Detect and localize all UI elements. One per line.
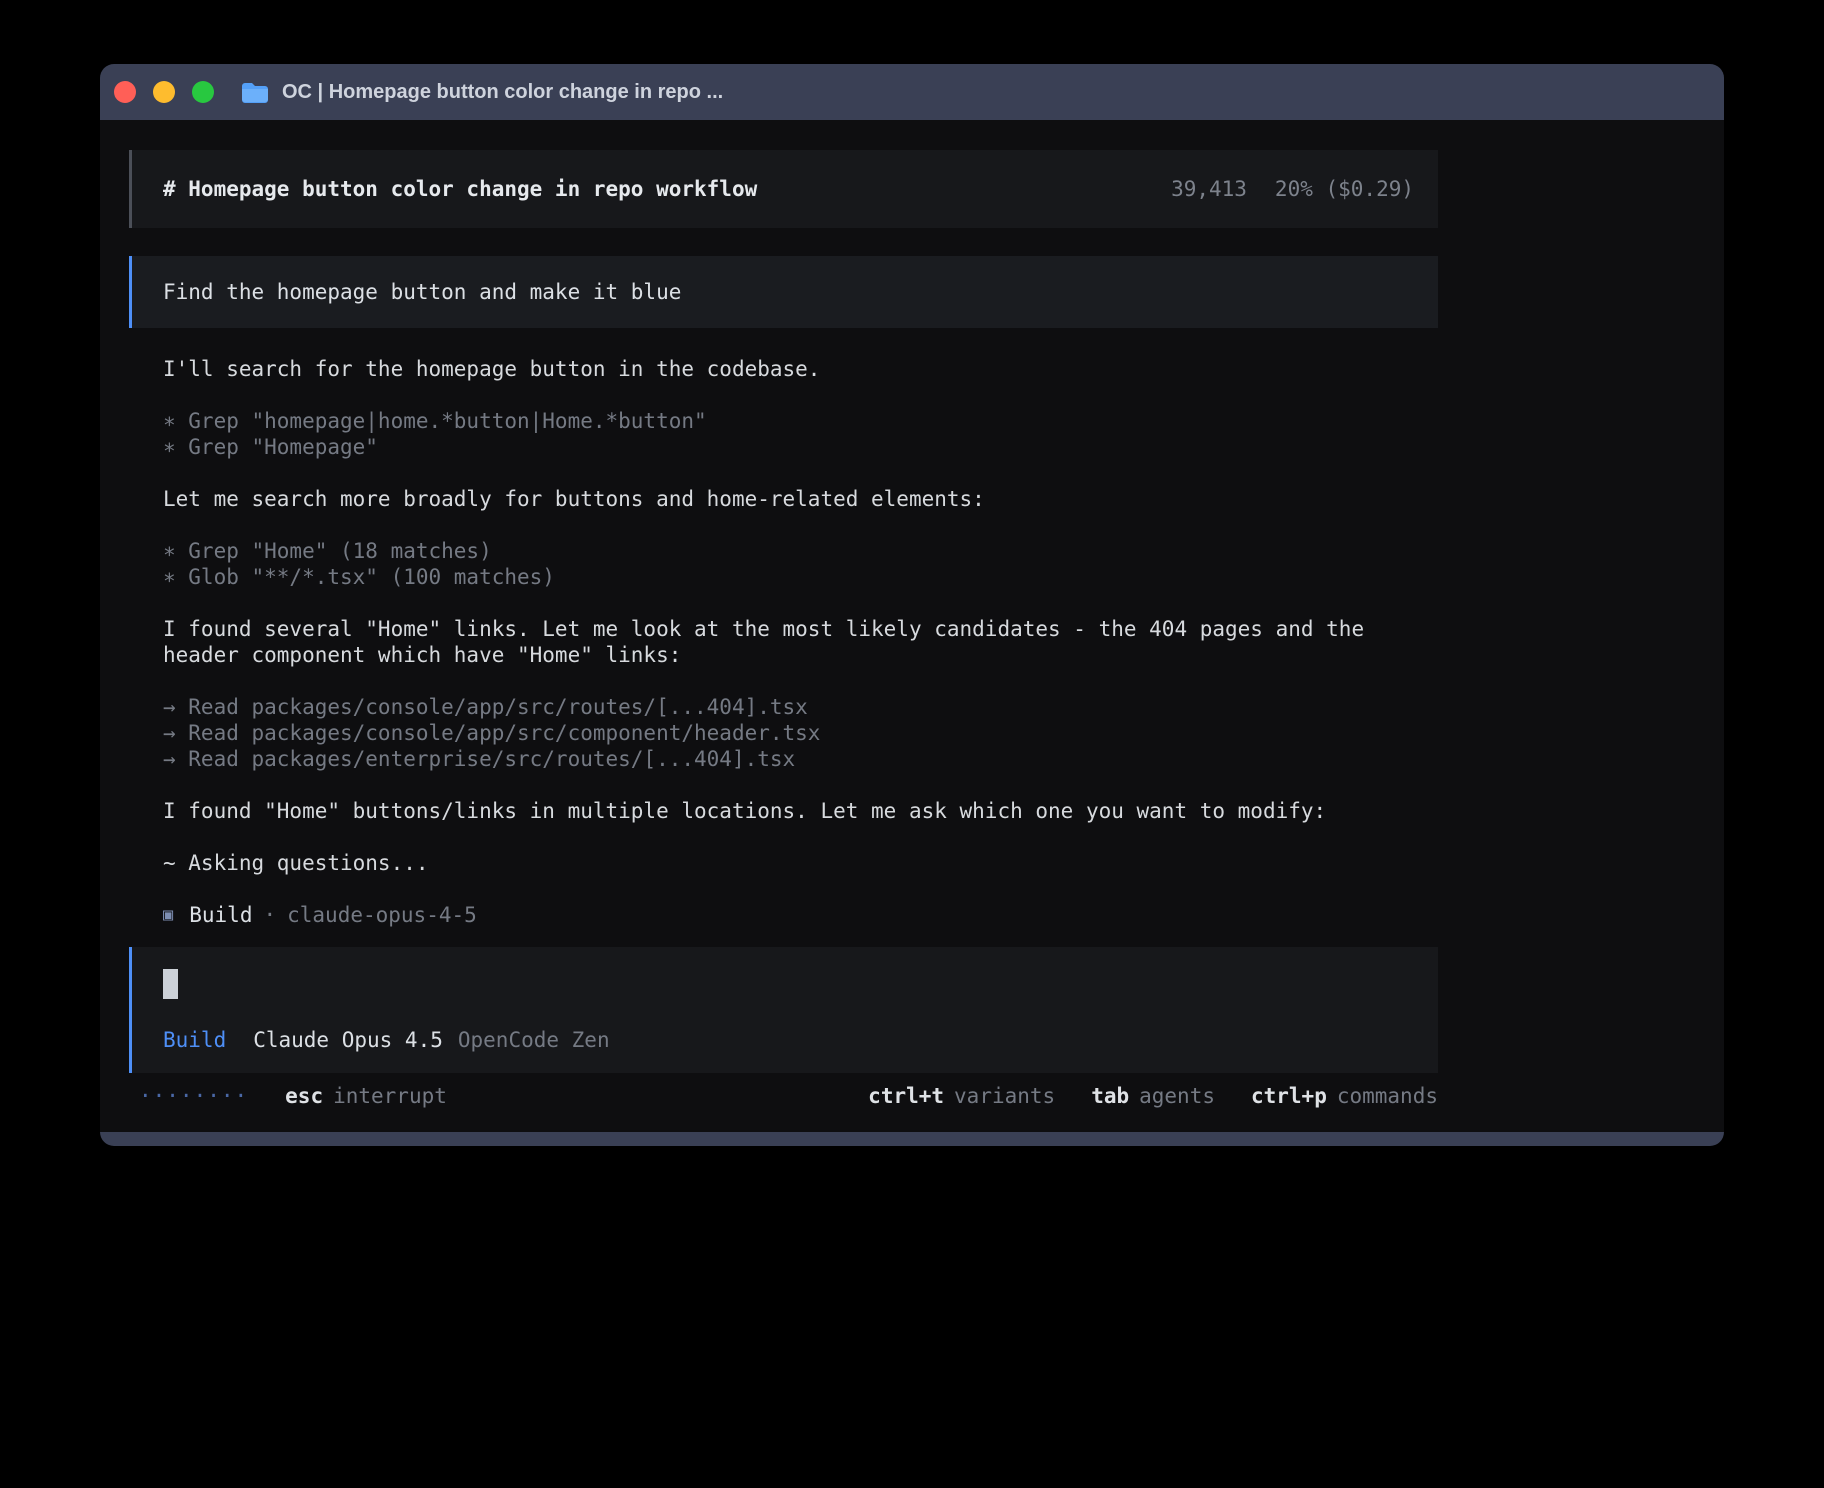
agent-separator: · xyxy=(263,902,276,928)
message-line xyxy=(163,668,1438,694)
model-label[interactable]: Claude Opus 4.5 xyxy=(253,1027,443,1053)
user-message-text: Find the homepage button and make it blu… xyxy=(163,280,681,304)
token-count: 39,413 xyxy=(1171,176,1247,202)
message-line: ∗ Grep "Home" (18 matches) xyxy=(163,538,1438,564)
message-line: ~ Asking questions... xyxy=(163,850,1438,876)
agent-model: claude-opus-4-5 xyxy=(287,902,477,928)
status-bar-left: ········ esc interrupt xyxy=(129,1083,447,1109)
status-bar-right: ctrl+t variants tab agents ctrl+p commands xyxy=(868,1083,1438,1109)
text-cursor xyxy=(163,969,178,999)
status-bar: ········ esc interrupt ctrl+t variants tab… xyxy=(129,1082,1438,1110)
session-content: # Homepage button color change in repo w… xyxy=(129,150,1438,1110)
message-line: → Read packages/console/app/src/routes/[… xyxy=(163,694,1438,720)
message-line: ∗ Glob "**/*.tsx" (100 matches) xyxy=(163,564,1438,590)
shortcut-label: commands xyxy=(1337,1083,1438,1109)
terminal-window: OC | Homepage button color change in rep… xyxy=(100,64,1724,1146)
context-usage: 20% ($0.29) xyxy=(1275,176,1414,202)
provider-label: OpenCode Zen xyxy=(458,1027,610,1053)
zoom-button[interactable] xyxy=(192,81,214,103)
esc-key: esc xyxy=(285,1083,323,1109)
window-title: OC | Homepage button color change in rep… xyxy=(282,81,723,104)
message-line: Let me search more broadly for buttons a… xyxy=(163,486,1438,512)
keyboard-shortcut: ctrl+t variants xyxy=(868,1083,1055,1109)
agent-name: Build xyxy=(189,902,252,928)
spinner-dots: ········ xyxy=(139,1083,248,1109)
prompt-input[interactable]: Build Claude Opus 4.5 OpenCode Zen xyxy=(129,947,1438,1073)
shortcut-key: ctrl+p xyxy=(1251,1083,1327,1109)
message-line: ∗ Grep "Homepage" xyxy=(163,434,1438,460)
message-line: I found several "Home" links. Let me loo… xyxy=(163,616,1438,668)
shortcut-label: agents xyxy=(1139,1083,1215,1109)
titlebar[interactable]: OC | Homepage button color change in rep… xyxy=(100,64,1724,120)
keyboard-shortcut: tab agents xyxy=(1091,1083,1215,1109)
message-line xyxy=(163,460,1438,486)
message-line: I'll search for the homepage button in t… xyxy=(163,356,1438,382)
message-line xyxy=(163,590,1438,616)
shortcut-label: variants xyxy=(954,1083,1055,1109)
session-header: # Homepage button color change in repo w… xyxy=(129,150,1438,228)
close-button[interactable] xyxy=(114,81,136,103)
terminal-body: # Homepage button color change in repo w… xyxy=(100,120,1724,1132)
user-message: Find the homepage button and make it blu… xyxy=(129,256,1438,328)
folder-icon xyxy=(241,81,269,104)
mode-label[interactable]: Build xyxy=(163,1027,226,1053)
shortcut-key: ctrl+t xyxy=(868,1083,944,1109)
message-line xyxy=(163,382,1438,408)
message-line xyxy=(163,772,1438,798)
conversation: I'll search for the homepage button in t… xyxy=(129,356,1438,876)
message-line: → Read packages/enterprise/src/routes/[.… xyxy=(163,746,1438,772)
message-line: ∗ Grep "homepage|home.*button|Home.*butt… xyxy=(163,408,1438,434)
agent-status-row: ▣ Build · claude-opus-4-5 xyxy=(129,902,1438,928)
keyboard-shortcut: ctrl+p commands xyxy=(1251,1083,1438,1109)
message-line xyxy=(163,824,1438,850)
shortcut-key: tab xyxy=(1091,1083,1129,1109)
esc-label: interrupt xyxy=(333,1083,447,1109)
traffic-lights xyxy=(114,81,214,103)
message-line: I found "Home" buttons/links in multiple… xyxy=(163,798,1438,824)
message-line: → Read packages/console/app/src/componen… xyxy=(163,720,1438,746)
session-stats: 39,413 20% ($0.29) xyxy=(1171,176,1414,202)
session-title: # Homepage button color change in repo w… xyxy=(163,176,757,202)
agent-icon: ▣ xyxy=(163,902,173,928)
message-line xyxy=(163,512,1438,538)
minimize-button[interactable] xyxy=(153,81,175,103)
model-row: Build Claude Opus 4.5 OpenCode Zen xyxy=(163,1027,1414,1053)
